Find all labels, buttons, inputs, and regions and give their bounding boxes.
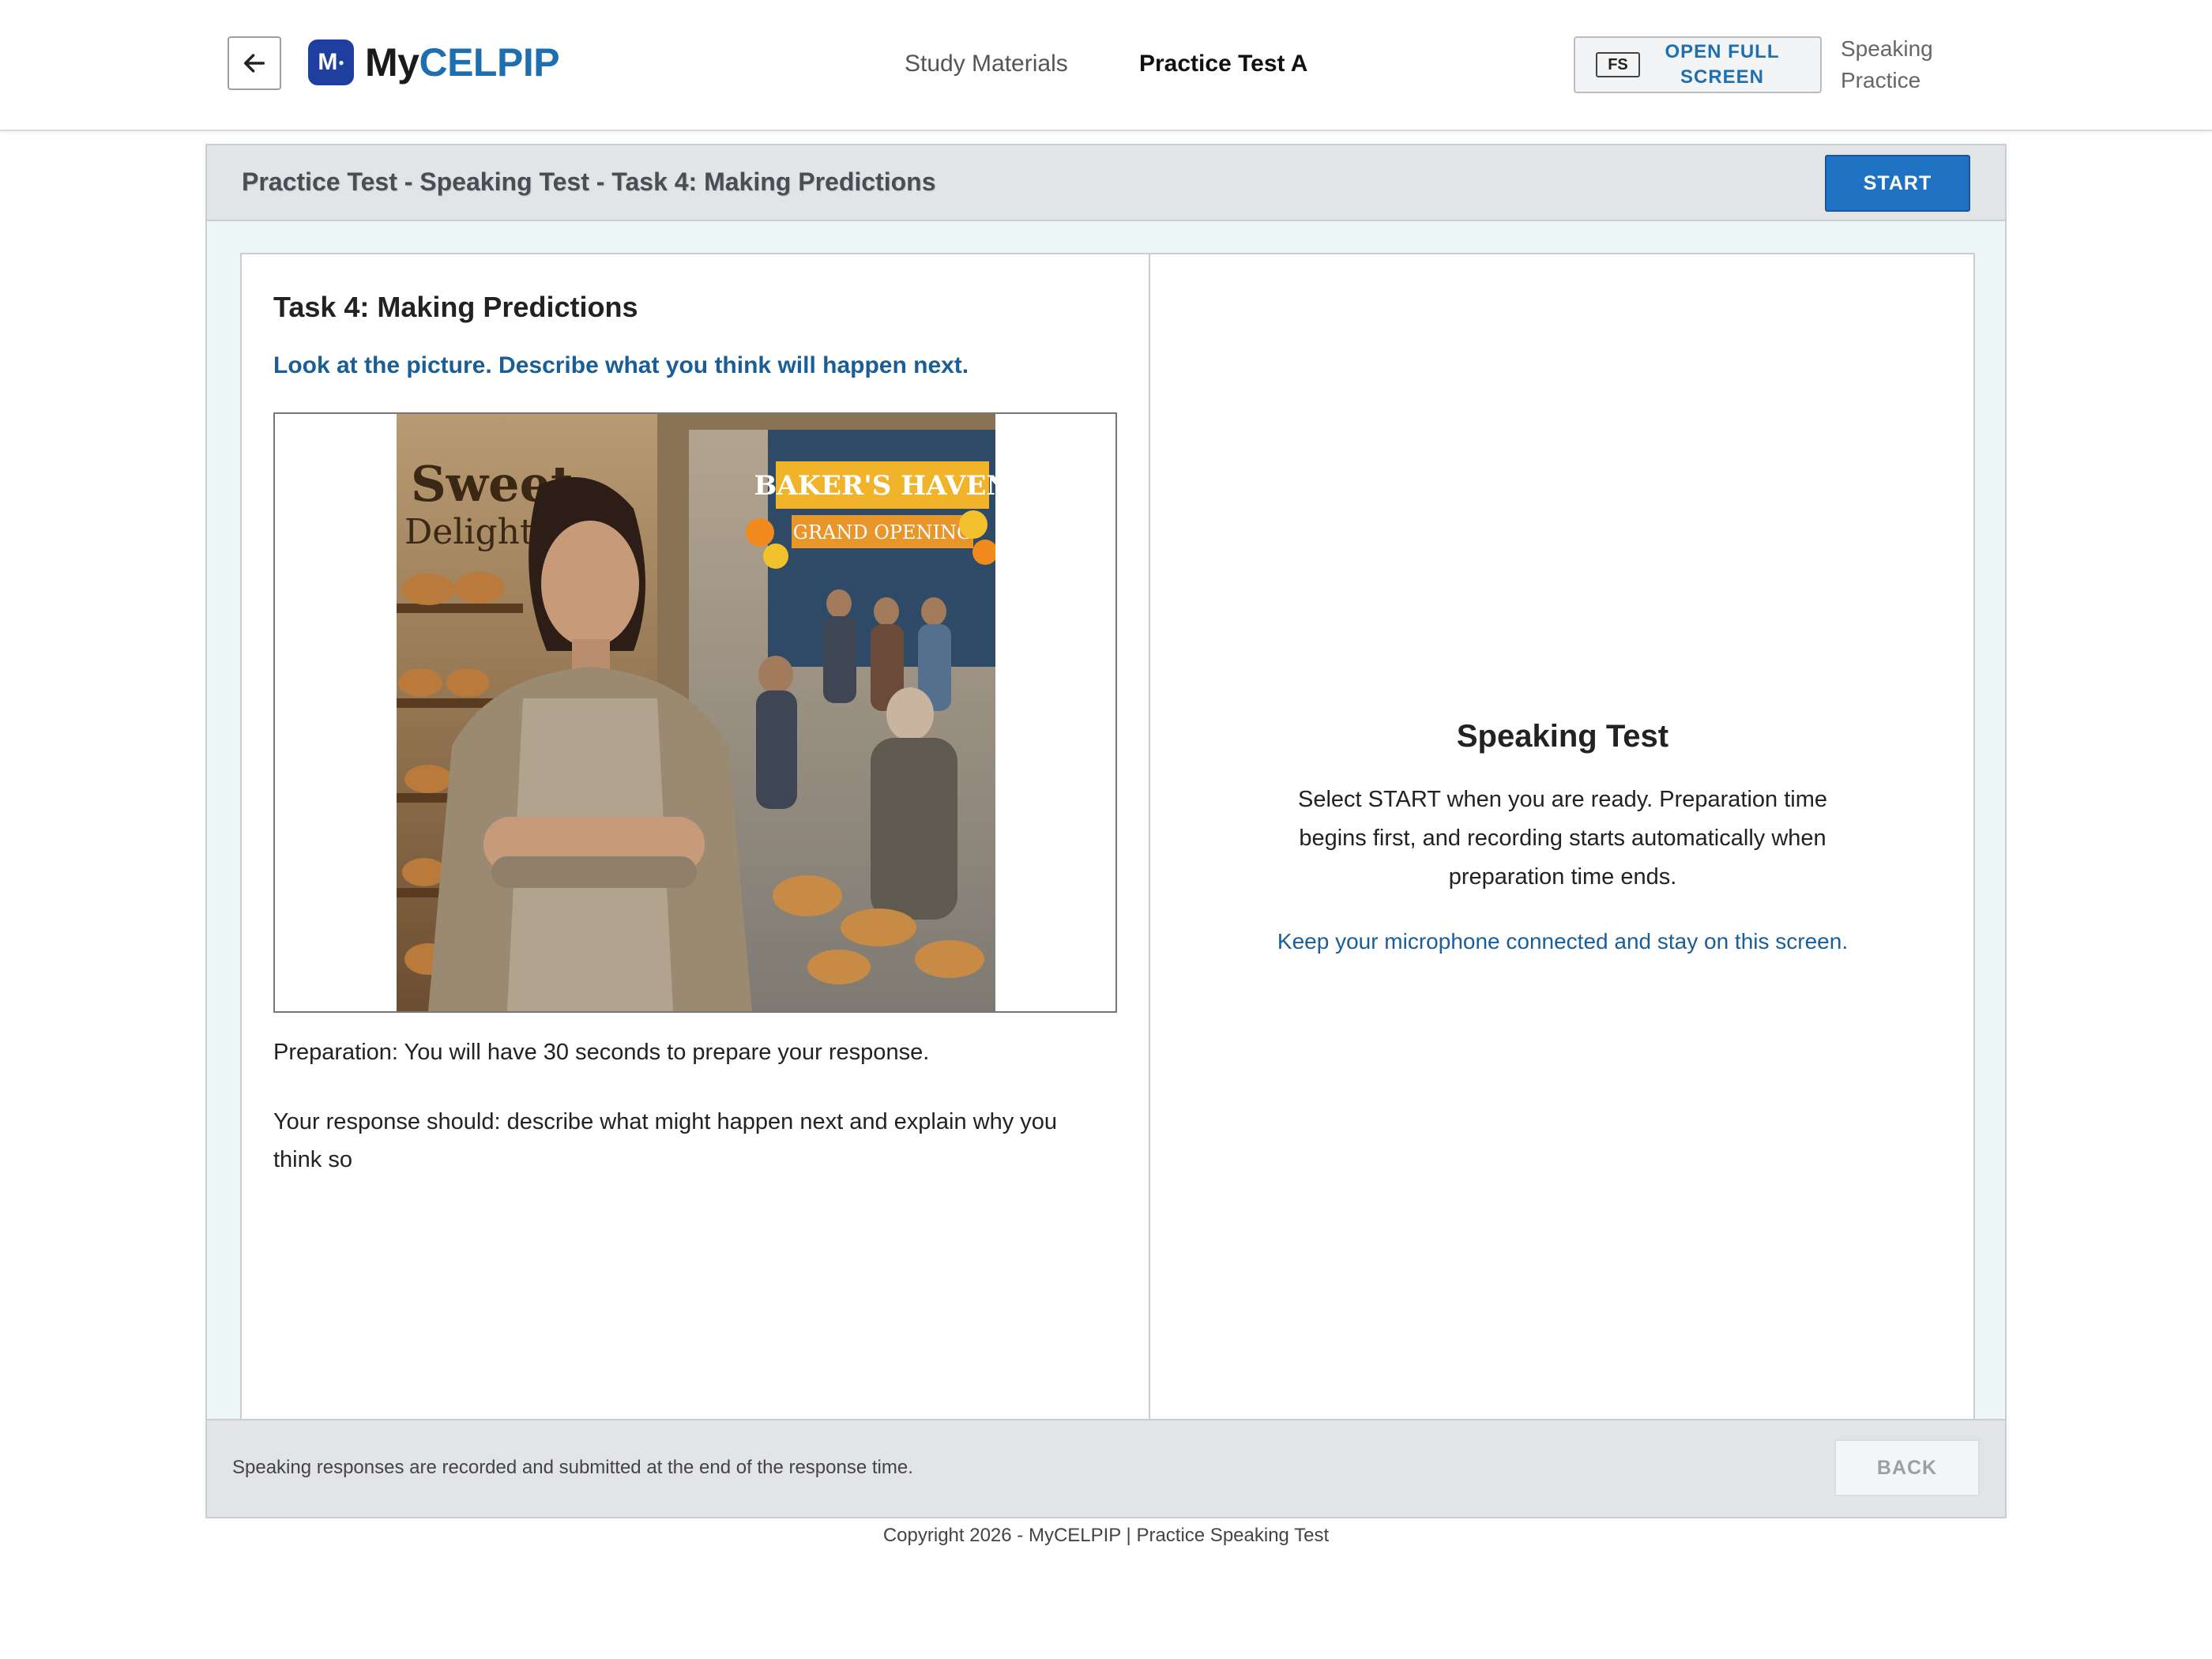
top-header: M ● MyCELPIP Study Materials Practice Tes… (0, 0, 2212, 131)
back-button[interactable]: BACK (1834, 1439, 1980, 1496)
back-arrow-button[interactable] (228, 36, 281, 90)
microphone-note: Keep your microphone connected and stay … (1277, 929, 1849, 954)
logo-my: My (365, 40, 419, 85)
fullscreen-label: OPEN FULL SCREEN (1665, 41, 1780, 88)
test-panel: Practice Test - Speaking Test - Task 4: … (205, 144, 2007, 1518)
start-button[interactable]: START (1825, 155, 1970, 212)
task-pane: Task 4: Making Predictions Look at the p… (242, 254, 1150, 1419)
nav-practice-test[interactable]: Practice Test A (1139, 51, 1307, 77)
panel-header: Practice Test - Speaking Test - Task 4: … (207, 145, 2005, 221)
preparation-text: Preparation: You will have 30 seconds to… (273, 1040, 930, 1065)
grand-opening-banner: GRAND OPENING (793, 521, 972, 544)
task-picture-frame: BAKER'S HAVEN GRAND OPENING Sweet Deligh… (273, 412, 1117, 1013)
logo[interactable]: MyCELPIP (365, 38, 560, 87)
speaking-status-pane: Speaking Test Select START when you are … (1150, 254, 1975, 1419)
nav-study-materials[interactable]: Study Materials (905, 51, 1068, 77)
speaking-test-description: Select START when you are ready. Prepara… (1297, 787, 1828, 890)
panel-footer: Speaking responses are recorded and subm… (207, 1419, 2005, 1517)
rival-shop-sign: BAKER'S HAVEN (754, 470, 995, 502)
task-content: Task 4: Making Predictions Look at the p… (240, 253, 1975, 1420)
logo-celpip: CELPIP (419, 40, 560, 85)
response-guidance: Your response should: describe what migh… (273, 1109, 1058, 1172)
logo-badge: M ● (308, 40, 354, 85)
speaking-test-title: Speaking Test (1456, 719, 1669, 754)
bakery-scene-picture: BAKER'S HAVEN GRAND OPENING Sweet Deligh… (397, 414, 995, 1011)
task-instruction: Look at the picture. Describe what you t… (273, 352, 969, 378)
mode-label: Speaking Practice (1841, 36, 1933, 92)
panel-title: Practice Test - Speaking Test - Task 4: … (242, 167, 936, 196)
open-full-screen-button[interactable]: FS OPEN FULL SCREEN (1574, 36, 1822, 93)
fullscreen-icon: FS (1596, 52, 1640, 77)
footer-note: Speaking responses are recorded and subm… (232, 1457, 913, 1478)
task-title: Task 4: Making Predictions (273, 291, 638, 323)
arrow-left-icon (243, 54, 265, 73)
copyright: Copyright 2026 - MyCELPIP | Practice Spe… (882, 1525, 1330, 1546)
